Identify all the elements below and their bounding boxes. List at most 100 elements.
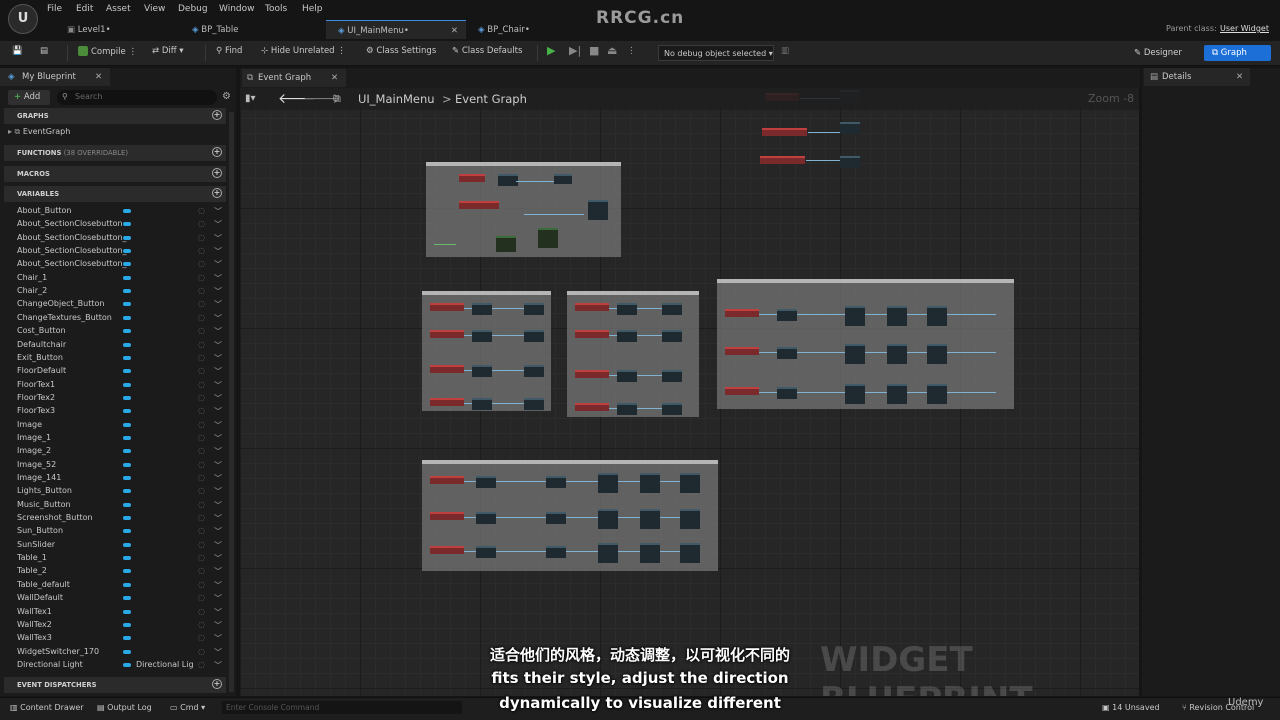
- eye-icon[interactable]: ◌: [198, 313, 205, 322]
- chevron-down-icon[interactable]: ﹀: [214, 366, 222, 377]
- tab-bp-table[interactable]: ◈ BP_Table: [180, 20, 320, 39]
- eye-icon[interactable]: ◌: [198, 326, 205, 335]
- more-options-icon[interactable]: ⋮: [627, 46, 636, 60]
- close-icon[interactable]: ✕: [1236, 72, 1243, 82]
- function-node[interactable]: [476, 476, 496, 488]
- function-node[interactable]: [617, 303, 637, 315]
- event-node[interactable]: [760, 156, 805, 164]
- function-node[interactable]: [472, 303, 492, 315]
- breadcrumb-root[interactable]: UI_MainMenu: [358, 92, 435, 106]
- menu-window[interactable]: Window: [219, 4, 255, 14]
- event-node[interactable]: [575, 370, 609, 378]
- chevron-down-icon[interactable]: ﹀: [214, 620, 222, 631]
- variable-item[interactable]: WallTex2: [17, 620, 52, 629]
- add-variable-icon[interactable]: +: [212, 188, 222, 198]
- function-node[interactable]: [927, 384, 947, 404]
- add-function-icon[interactable]: +: [212, 147, 222, 157]
- bookmark-icon[interactable]: ▮▾: [245, 93, 256, 104]
- function-node[interactable]: [617, 330, 637, 342]
- eye-icon[interactable]: ◌: [198, 393, 205, 402]
- eye-icon[interactable]: ◌: [198, 607, 205, 616]
- chevron-down-icon[interactable]: ﹀: [214, 513, 222, 524]
- chevron-down-icon[interactable]: ﹀: [214, 460, 222, 471]
- variable-item[interactable]: FloorDefault: [17, 366, 66, 375]
- event-node[interactable]: [430, 398, 464, 406]
- function-node[interactable]: [472, 330, 492, 342]
- menu-help[interactable]: Help: [302, 4, 323, 14]
- compile-button[interactable]: Compile ⋮: [78, 46, 137, 60]
- event-node[interactable]: [575, 403, 609, 411]
- chevron-down-icon[interactable]: ﹀: [214, 433, 222, 444]
- close-icon[interactable]: ✕: [451, 26, 458, 36]
- variable-item[interactable]: Defaultchair: [17, 340, 66, 349]
- event-node[interactable]: [575, 303, 609, 311]
- variable-item[interactable]: Exit_Button: [17, 353, 63, 362]
- function-node[interactable]: [617, 403, 637, 415]
- function-node[interactable]: [476, 546, 496, 558]
- add-macro-icon[interactable]: +: [212, 168, 222, 178]
- play-icon[interactable]: ▶: [547, 44, 555, 58]
- find-button[interactable]: ⚲ Find: [216, 46, 242, 60]
- eye-icon[interactable]: ◌: [198, 286, 205, 295]
- eye-icon[interactable]: ◌: [198, 340, 205, 349]
- variable-item[interactable]: Image_52: [17, 460, 56, 469]
- variable-item[interactable]: Table_2: [17, 566, 47, 575]
- diff-button[interactable]: ⇄ Diff ▾: [152, 46, 184, 60]
- menu-asset[interactable]: Asset: [106, 4, 131, 14]
- function-node[interactable]: [927, 306, 947, 326]
- function-node[interactable]: [640, 473, 660, 493]
- function-node[interactable]: [546, 476, 566, 488]
- eye-icon[interactable]: ◌: [198, 246, 205, 255]
- class-defaults-button[interactable]: ✎ Class Defaults: [452, 46, 522, 60]
- variables-category[interactable]: VARIABLES +: [4, 186, 226, 202]
- variable-item[interactable]: Image: [17, 420, 42, 429]
- function-node[interactable]: [524, 365, 544, 377]
- unreal-logo-icon[interactable]: U: [8, 4, 38, 34]
- function-node[interactable]: [777, 309, 797, 321]
- menu-debug[interactable]: Debug: [178, 4, 208, 14]
- function-node[interactable]: [472, 398, 492, 410]
- eye-icon[interactable]: ◌: [198, 273, 205, 282]
- eye-icon[interactable]: ◌: [198, 553, 205, 562]
- variable-item[interactable]: Table_1: [17, 553, 47, 562]
- variable-item[interactable]: FloorTex1: [17, 380, 55, 389]
- variable-item[interactable]: WallDefault: [17, 593, 63, 602]
- event-node[interactable]: [725, 347, 759, 355]
- variable-node[interactable]: [538, 228, 558, 248]
- eye-icon[interactable]: ◌: [198, 380, 205, 389]
- comment-box[interactable]: [422, 291, 551, 411]
- function-node[interactable]: [598, 473, 618, 493]
- chevron-down-icon[interactable]: ﹀: [214, 473, 222, 484]
- comment-box[interactable]: [426, 162, 621, 257]
- menu-tools[interactable]: Tools: [265, 4, 287, 14]
- variable-item[interactable]: ChangeTextures_Button: [17, 313, 112, 322]
- hide-unrelated-button[interactable]: ⊹ Hide Unrelated ⋮: [261, 46, 346, 60]
- tab-details[interactable]: ▤ Details ✕: [1144, 68, 1250, 86]
- comment-box[interactable]: [567, 291, 699, 417]
- chevron-down-icon[interactable]: ﹀: [214, 633, 222, 644]
- search-input[interactable]: ⚲ Search: [57, 90, 217, 105]
- menu-view[interactable]: View: [144, 4, 165, 14]
- function-node[interactable]: [554, 174, 572, 184]
- chevron-down-icon[interactable]: ﹀: [214, 486, 222, 497]
- function-node[interactable]: [588, 200, 608, 220]
- event-node[interactable]: [725, 387, 759, 395]
- close-icon[interactable]: ✕: [95, 72, 102, 82]
- function-node[interactable]: [777, 347, 797, 359]
- eye-icon[interactable]: ◌: [198, 513, 205, 522]
- variable-item[interactable]: About_SectionClosebutton_: [17, 233, 127, 242]
- variable-item[interactable]: Table_default: [17, 580, 70, 589]
- chevron-down-icon[interactable]: ﹀: [214, 553, 222, 564]
- event-node[interactable]: [459, 174, 485, 182]
- eye-icon[interactable]: ◌: [198, 540, 205, 549]
- eye-icon[interactable]: ◌: [198, 486, 205, 495]
- eye-icon[interactable]: ◌: [198, 526, 205, 535]
- tab-event-graph[interactable]: ⧉ Event Graph ✕: [242, 69, 346, 87]
- stop-icon[interactable]: ■: [589, 44, 599, 58]
- tab-level1[interactable]: ▣ Level1•: [55, 20, 175, 39]
- function-node[interactable]: [662, 330, 682, 342]
- variable-item[interactable]: About_SectionClosebutton_: [17, 246, 127, 255]
- browse-icon[interactable]: ▤: [40, 46, 48, 60]
- function-node[interactable]: [476, 512, 496, 524]
- variable-item[interactable]: WallTex1: [17, 607, 52, 616]
